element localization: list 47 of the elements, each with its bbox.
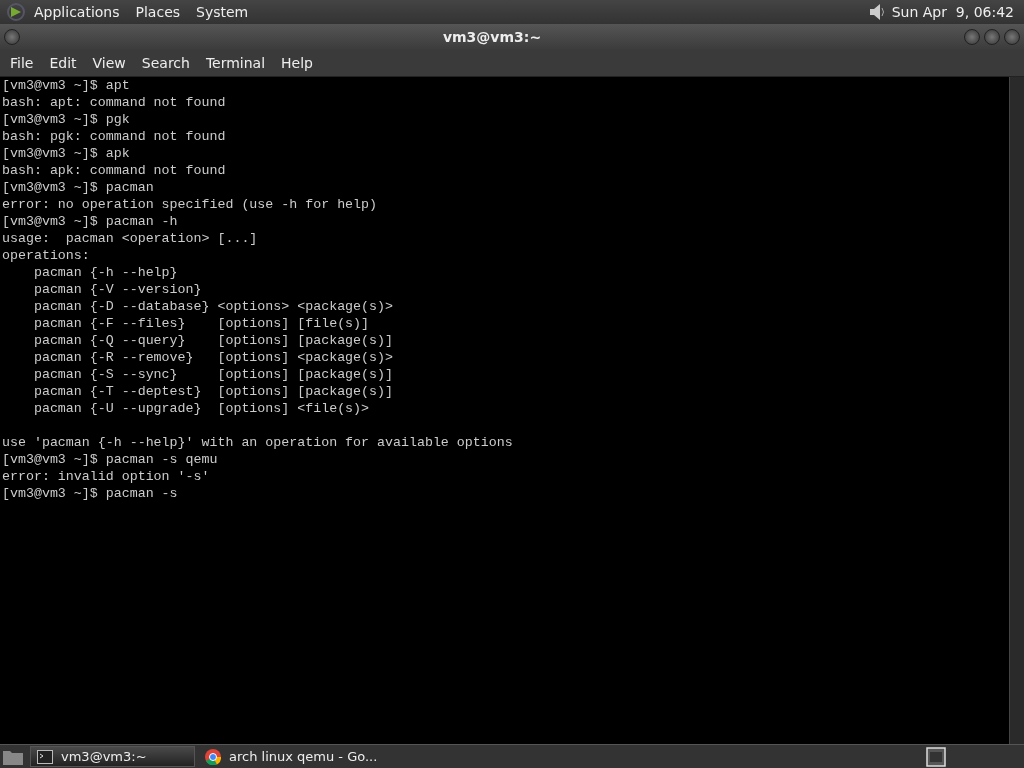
terminal-line: pacman {-Q --query} [options] [package(s)] [32, 332, 394, 349]
terminal-line: pacman {-V --version} [32, 281, 203, 298]
terminal-line: pacman {-S --sync} [options] [package(s)] [32, 366, 394, 383]
browser-icon [205, 748, 221, 765]
terminal-line: error: invalid option '-s' [2, 468, 211, 485]
terminal-line: pacman {-h --help} [32, 264, 179, 281]
terminal-line: pacman {-F --files} [options] [file(s)] [32, 315, 371, 332]
terminal-line: [vm3@vm3 ~]$ pacman -s qemu [2, 451, 219, 468]
minimize-button[interactable] [964, 29, 980, 45]
window-menu-button[interactable] [4, 29, 20, 45]
menu-item[interactable]: File [2, 52, 42, 74]
close-button[interactable] [1004, 29, 1020, 45]
speaker-icon[interactable] [867, 2, 886, 22]
terminal-line: [vm3@vm3 ~]$ apk [2, 145, 131, 162]
terminal-line: pacman {-R --remove} [options] <package(s)> [32, 349, 394, 366]
terminal-line: [vm3@vm3 ~]$ pgk [2, 111, 131, 128]
terminal-line: bash: apk: command not found [2, 162, 227, 179]
terminal-line: pacman {-T --deptest} [options] [package(s)] [32, 383, 394, 400]
terminal-line: operations: [2, 247, 91, 264]
terminal-line: error: no operation specified (use -h for help) [2, 196, 379, 213]
terminal-line: bash: apt: command not found [2, 94, 227, 111]
menu-item[interactable]: Terminal [197, 52, 274, 74]
window-title: vm3@vm3:~ [441, 29, 543, 45]
terminal-line: pacman {-D --database} <options> <package(s)> [32, 298, 394, 315]
panel-menu[interactable]: Places [127, 4, 189, 20]
menu-item[interactable]: Search [133, 52, 198, 74]
terminal-line: [vm3@vm3 ~]$ apt [2, 77, 131, 94]
workspace-switcher-icon[interactable] [926, 746, 946, 767]
terminal-line: use 'pacman {-h --help}' with an operation for available options [2, 434, 514, 451]
maximize-button[interactable] [984, 29, 1000, 45]
menu-item[interactable]: Help [273, 52, 321, 74]
menu-item[interactable]: Edit [41, 52, 85, 74]
taskbar-button[interactable]: vm3@vm3:~ [30, 746, 195, 767]
clock[interactable]: Sun Apr 9, 06:42 [885, 4, 1018, 20]
terminal-line: usage: pacman <operation> [...] [2, 230, 259, 247]
terminal-line: pacman {-U --upgrade} [options] <file(s)> [32, 400, 371, 417]
panel-menu[interactable]: System [188, 4, 257, 20]
scrollbar[interactable] [1009, 77, 1024, 744]
panel-menu[interactable]: Applications [26, 4, 128, 20]
menu-item[interactable]: View [84, 52, 134, 74]
terminal-line: [vm3@vm3 ~]$ pacman -s [2, 485, 179, 502]
terminal-line: [vm3@vm3 ~]$ pacman [2, 179, 155, 196]
distro-logo-icon[interactable] [6, 2, 26, 22]
terminal-line: [vm3@vm3 ~]$ pacman -h [2, 213, 179, 230]
taskbar-button[interactable]: arch linux qemu - Go... [199, 746, 384, 767]
terminal-icon [37, 749, 53, 764]
terminal-line: bash: pgk: command not found [2, 128, 227, 145]
